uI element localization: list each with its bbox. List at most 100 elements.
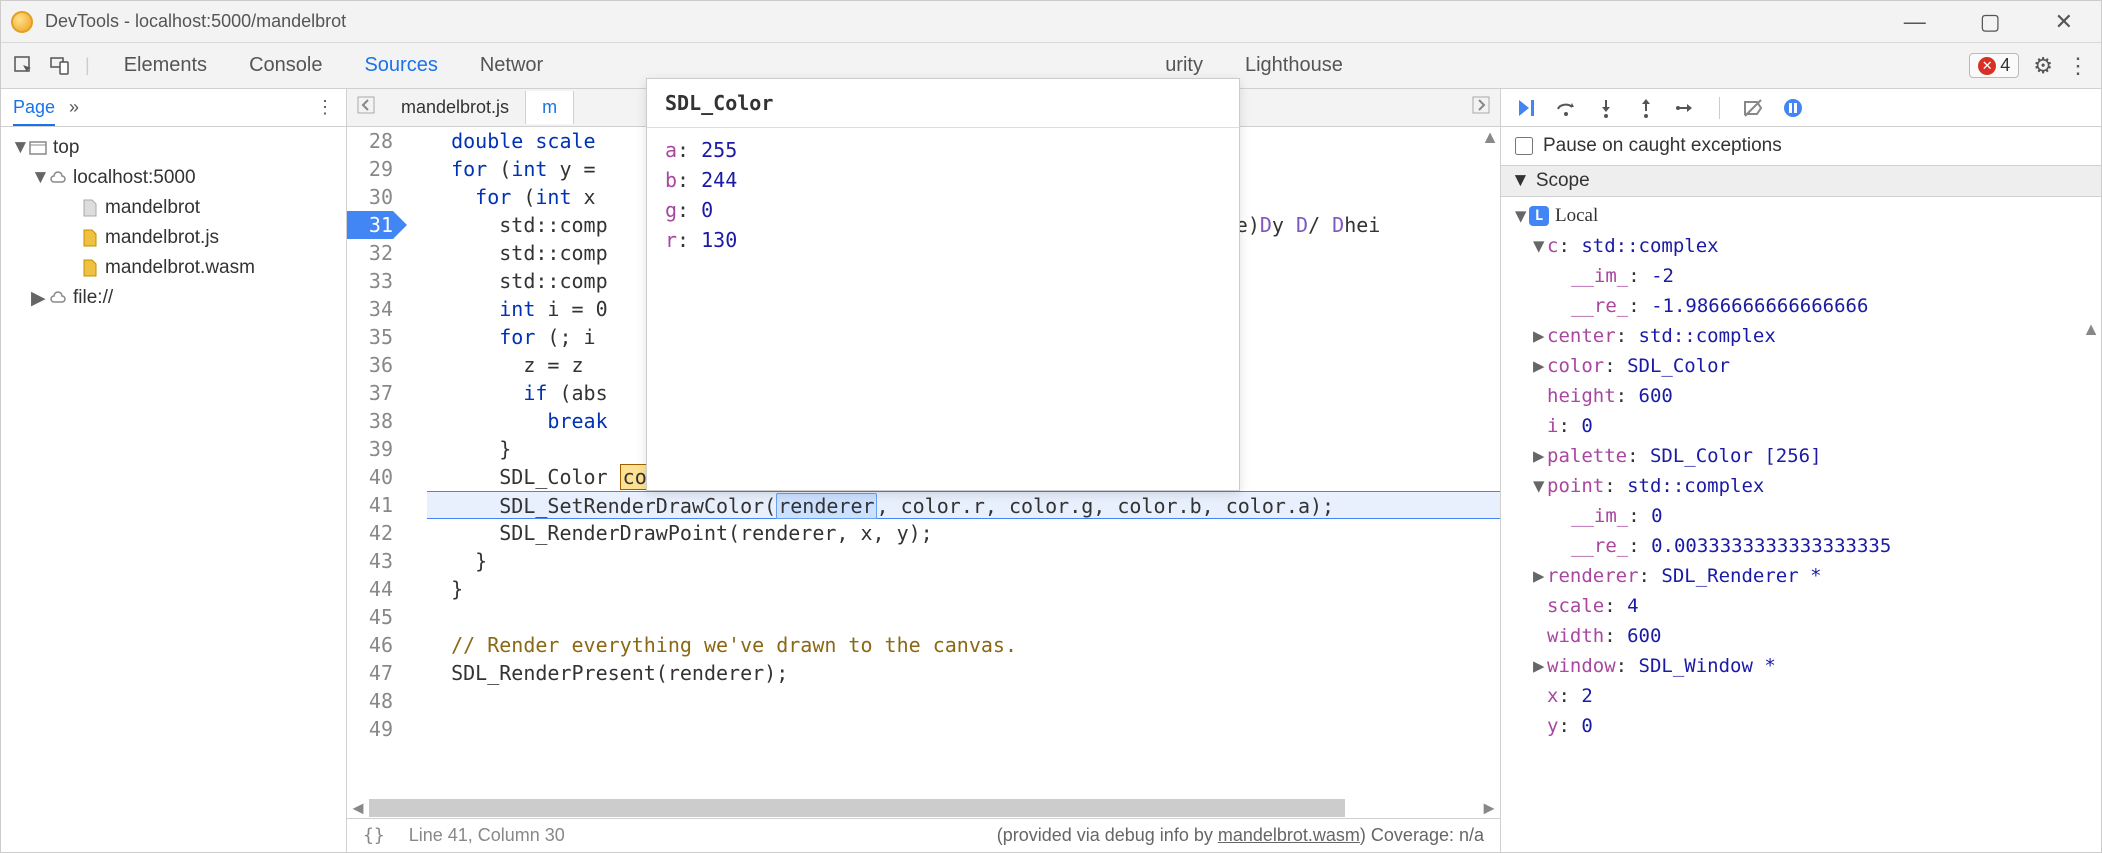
horizontal-scrollbar[interactable]: ◄► <box>347 798 1500 818</box>
step-into-icon[interactable] <box>1595 97 1617 119</box>
tab-network[interactable]: Networ <box>474 44 549 87</box>
chevron-right-icon[interactable]: » <box>69 97 79 118</box>
line-number[interactable]: 34 <box>347 295 393 323</box>
tree-file-mandelbrot-wasm[interactable]: mandelbrot.wasm <box>1 253 346 283</box>
line-number[interactable]: 42 <box>347 519 393 547</box>
vertical-scrollbar[interactable]: ▲ <box>1480 127 1500 798</box>
tree-file-scheme-label: file:// <box>73 287 113 309</box>
scope-row[interactable]: i: 0 <box>1501 411 2101 441</box>
scope-section-header[interactable]: ▼Scope <box>1501 165 2101 197</box>
tab-lighthouse[interactable]: Lighthouse <box>1239 44 1349 87</box>
line-number[interactable]: 35 <box>347 323 393 351</box>
maximize-button[interactable]: ▢ <box>1980 9 2001 35</box>
deactivate-breakpoints-icon[interactable] <box>1742 97 1764 119</box>
more-icon[interactable]: ⋮ <box>2067 53 2089 79</box>
scope-local-header[interactable]: ▼LLocal <box>1501 201 2101 231</box>
line-number[interactable]: 39 <box>347 435 393 463</box>
scope-row[interactable]: height: 600 <box>1501 381 2101 411</box>
pause-on-caught-row[interactable]: Pause on caught exceptions <box>1501 127 2101 165</box>
tooltip-property: b: 244 <box>665 168 1221 198</box>
line-number[interactable]: 31 <box>347 211 393 239</box>
line-number[interactable]: 41 <box>347 491 393 519</box>
line-number[interactable]: 47 <box>347 659 393 687</box>
pretty-print-icon[interactable]: {} <box>363 825 385 846</box>
scope-row[interactable]: __re_: 0.0033333333333333335 <box>1501 531 2101 561</box>
line-number[interactable]: 44 <box>347 575 393 603</box>
scope-row[interactable]: x: 2 <box>1501 681 2101 711</box>
tree-file-scheme[interactable]: ▶ file:// <box>1 283 346 313</box>
line-number[interactable]: 36 <box>347 351 393 379</box>
tab-history-back-icon[interactable] <box>347 96 385 119</box>
tree-host[interactable]: ▼ localhost:5000 <box>1 163 346 193</box>
variable-tooltip: SDL_Color a: 255b: 244g: 0r: 130 <box>646 78 1240 491</box>
tooltip-property: r: 130 <box>665 228 1221 258</box>
file-tab-mandelbrot-js[interactable]: mandelbrot.js <box>385 91 526 124</box>
scope-row[interactable]: __im_: -2 <box>1501 261 2101 291</box>
tree-top[interactable]: ▼ top <box>1 133 346 163</box>
local-badge-icon: L <box>1529 206 1549 226</box>
cursor-position: Line 41, Column 30 <box>409 825 565 846</box>
scope-row[interactable]: ▶center: std::complex <box>1501 321 2101 351</box>
scope-vertical-scrollbar[interactable]: ▲ <box>2081 319 2101 852</box>
pause-exceptions-icon[interactable] <box>1782 97 1804 119</box>
tab-history-fwd-icon[interactable] <box>1462 96 1500 119</box>
tab-console[interactable]: Console <box>243 44 328 87</box>
step-icon[interactable] <box>1675 97 1697 119</box>
minimize-button[interactable]: — <box>1904 9 1926 35</box>
device-toggle-icon[interactable] <box>49 55 71 77</box>
scope-row[interactable]: ▶color: SDL_Color <box>1501 351 2101 381</box>
line-number[interactable]: 45 <box>347 603 393 631</box>
scope-row[interactable]: ▼c: std::complex <box>1501 231 2101 261</box>
line-number[interactable]: 28 <box>347 127 393 155</box>
inspect-icon[interactable] <box>13 55 35 77</box>
line-number[interactable]: 46 <box>347 631 393 659</box>
file-icon <box>81 199 99 217</box>
code-line: double scale <box>427 129 608 153</box>
scope-variables: ▼LLocal ▼c: std::complex__im_: -2__re_: … <box>1501 197 2101 852</box>
close-button[interactable]: ✕ <box>2055 9 2073 35</box>
window-icon <box>29 139 47 157</box>
navigator-more-icon[interactable]: ⋮ <box>316 97 334 118</box>
pause-on-caught-checkbox[interactable] <box>1515 137 1533 155</box>
tooltip-property: a: 255 <box>665 138 1221 168</box>
scope-row[interactable]: __re_: -1.9866666666666666 <box>1501 291 2101 321</box>
pause-on-caught-label: Pause on caught exceptions <box>1543 135 1782 157</box>
line-number[interactable]: 33 <box>347 267 393 295</box>
scope-row[interactable]: y: 0 <box>1501 711 2101 741</box>
navigator-tab-page[interactable]: Page <box>13 97 55 126</box>
settings-icon[interactable]: ⚙ <box>2033 53 2053 79</box>
line-number[interactable]: 38 <box>347 407 393 435</box>
line-number[interactable]: 32 <box>347 239 393 267</box>
resume-icon[interactable] <box>1515 97 1537 119</box>
step-over-icon[interactable] <box>1555 97 1577 119</box>
scope-row[interactable]: ▶renderer: SDL_Renderer * <box>1501 561 2101 591</box>
scope-row[interactable]: scale: 4 <box>1501 591 2101 621</box>
js-file-icon <box>81 229 99 247</box>
window-titlebar: DevTools - localhost:5000/mandelbrot — ▢… <box>1 1 2101 43</box>
line-number[interactable]: 40 <box>347 463 393 491</box>
scope-row[interactable]: ▶window: SDL_Window * <box>1501 651 2101 681</box>
line-number[interactable]: 29 <box>347 155 393 183</box>
line-number[interactable]: 30 <box>347 183 393 211</box>
tooltip-property: g: 0 <box>665 198 1221 228</box>
selected-variable-renderer[interactable]: renderer <box>776 493 876 519</box>
line-number[interactable]: 49 <box>347 715 393 743</box>
line-number[interactable]: 37 <box>347 379 393 407</box>
debug-source-link[interactable]: mandelbrot.wasm <box>1218 825 1360 845</box>
file-tab-active[interactable]: m <box>526 91 574 124</box>
scope-row[interactable]: __im_: 0 <box>1501 501 2101 531</box>
line-number[interactable]: 48 <box>347 687 393 715</box>
line-number[interactable]: 43 <box>347 547 393 575</box>
tree-file-mandelbrot[interactable]: mandelbrot <box>1 193 346 223</box>
sources-navigator: Page » ⋮ ▼ top ▼ localhost:5000 mandelbr… <box>1 89 347 852</box>
step-out-icon[interactable] <box>1635 97 1657 119</box>
line-gutter[interactable]: 2829303132333435363738394041424344454647… <box>347 127 407 798</box>
tree-file-mandelbrot-js[interactable]: mandelbrot.js <box>1 223 346 253</box>
error-badge[interactable]: ✕ 4 <box>1969 53 2019 78</box>
scope-row[interactable]: ▶palette: SDL_Color [256] <box>1501 441 2101 471</box>
scope-row[interactable]: ▼point: std::complex <box>1501 471 2101 501</box>
tab-elements[interactable]: Elements <box>118 44 213 87</box>
scope-row[interactable]: width: 600 <box>1501 621 2101 651</box>
file-label: mandelbrot.js <box>105 227 219 249</box>
tab-sources[interactable]: Sources <box>358 44 443 87</box>
